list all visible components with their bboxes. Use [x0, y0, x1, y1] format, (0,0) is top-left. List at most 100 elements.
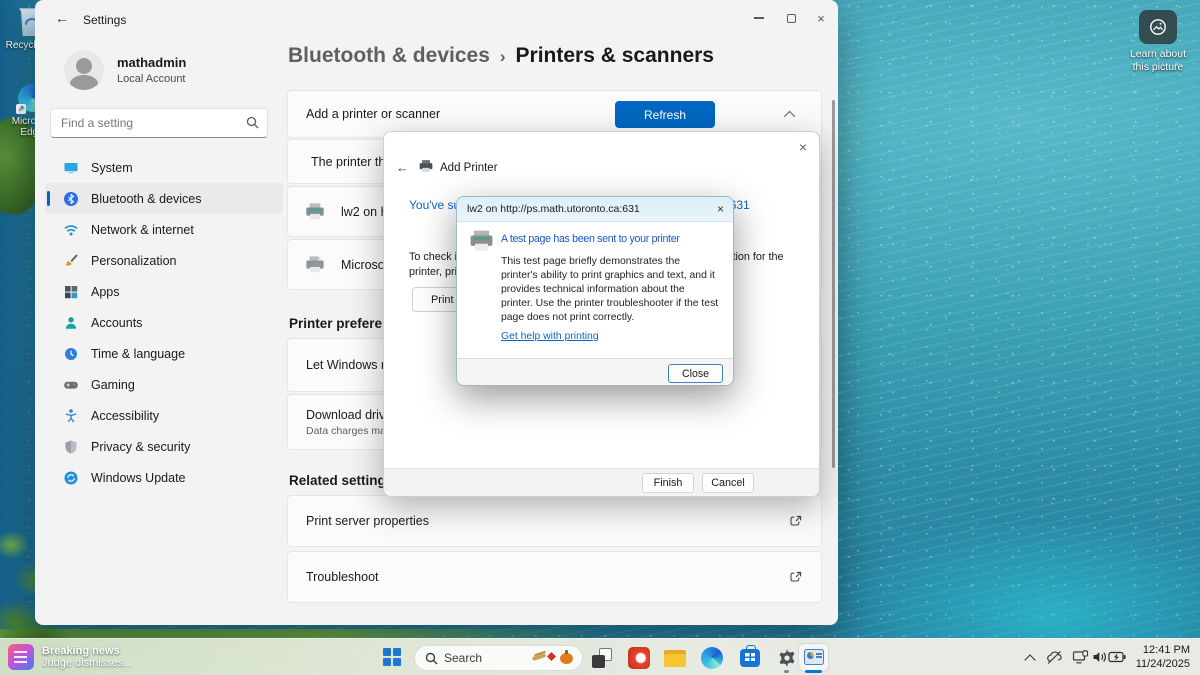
shortcut-arrow-icon: ↗ — [16, 104, 26, 114]
store-icon — [740, 649, 760, 667]
account-name: mathadmin — [117, 55, 186, 70]
sidebar-item-system[interactable]: System — [45, 152, 283, 183]
privacy-shield-icon — [63, 439, 79, 455]
cancel-button[interactable]: Cancel — [702, 473, 754, 493]
breadcrumb-separator: › — [490, 47, 516, 66]
print-server-properties-row[interactable]: Print server properties — [287, 495, 822, 547]
tray-date: 11/24/2025 — [1136, 658, 1190, 672]
sidebar-item-personalization[interactable]: Personalization — [45, 245, 283, 276]
scrollbar[interactable] — [832, 100, 835, 468]
volume-icon[interactable] — [1092, 650, 1108, 664]
sidebar-item-bluetooth-devices[interactable]: Bluetooth & devices — [45, 183, 283, 214]
apps-icon — [63, 284, 79, 300]
accounts-icon — [63, 315, 79, 331]
test-dialog-title: lw2 on http://ps.math.utoronto.ca:631 — [467, 203, 640, 215]
picture-icon — [1148, 18, 1168, 36]
add-printer-scanner-label: Add a printer or scanner — [306, 107, 440, 121]
edge-icon — [701, 647, 723, 669]
get-help-printing-link[interactable]: Get help with printing — [501, 331, 599, 342]
search-placeholder: Search — [444, 651, 482, 665]
personalization-icon — [63, 253, 79, 269]
related-settings-header: Related settings — [289, 473, 393, 488]
test-dialog-titlebar: lw2 on http://ps.math.utoronto.ca:631 × — [457, 197, 733, 222]
wallpaper-bright-water — [830, 525, 1200, 655]
accessibility-icon — [63, 408, 79, 424]
tray-clock[interactable]: 12:41 PM 11/24/2025 — [1136, 644, 1190, 671]
bluetooth-icon — [63, 191, 79, 207]
widget-title: Breaking news — [42, 645, 132, 657]
widgets-button[interactable]: Breaking news Judge dismisses... — [8, 644, 132, 670]
gear-icon — [776, 647, 798, 669]
active-printer-window-button[interactable] — [798, 643, 829, 672]
sidebar-item-accounts[interactable]: Accounts — [45, 307, 283, 338]
troubleshoot-row[interactable]: Troubleshoot — [287, 551, 822, 603]
tray-chevron-up-icon[interactable] — [1024, 654, 1035, 665]
page-title: Printers & scanners — [516, 44, 714, 67]
learn-about-picture-label: Learn about this picture — [1108, 48, 1200, 74]
test-page-sent-heading: A test page has been sent to your printe… — [501, 233, 680, 245]
sidebar-item-time-language[interactable]: Time & language — [45, 338, 283, 369]
test-dialog-close-icon[interactable]: × — [717, 202, 724, 216]
network-icon[interactable] — [1072, 650, 1089, 665]
office-button[interactable] — [627, 646, 651, 670]
external-link-icon — [789, 570, 803, 584]
file-explorer-button[interactable] — [663, 646, 687, 670]
minimize-button[interactable] — [744, 8, 774, 28]
test-page-description: This test page briefly demonstrates the … — [501, 255, 719, 325]
network-icon — [63, 222, 79, 238]
taskbar-search[interactable]: Search — [414, 645, 583, 671]
test-dialog-close-button[interactable]: Close — [668, 364, 723, 383]
test-dialog-footer: Close — [457, 358, 733, 386]
find-a-setting-box[interactable] — [50, 108, 268, 138]
sidebar-item-apps[interactable]: Apps — [45, 276, 283, 307]
back-button[interactable]: ← — [55, 10, 69, 26]
windows-update-icon — [63, 470, 79, 486]
settings-running-indicator — [784, 670, 789, 673]
external-link-icon — [789, 514, 803, 528]
edge-button[interactable] — [700, 646, 724, 670]
dialog-footer: Finish Cancel — [384, 468, 819, 496]
sidebar-item-gaming[interactable]: Gaming — [45, 369, 283, 400]
window-title: Settings — [83, 13, 126, 27]
sidebar-item-privacy-security[interactable]: Privacy & security — [45, 431, 283, 462]
time-language-icon — [63, 346, 79, 362]
dialog-back-button[interactable]: ← — [396, 160, 409, 175]
sidebar-item-windows-update[interactable]: Windows Update — [45, 462, 283, 493]
printer-pdf-icon — [304, 255, 326, 275]
seasonal-art-icon — [532, 650, 574, 668]
avatar[interactable] — [64, 50, 104, 90]
start-button[interactable] — [383, 648, 401, 666]
close-button[interactable]: × — [806, 8, 836, 28]
taskbar: Breaking news Judge dismisses... Search — [0, 638, 1200, 675]
account-type: Local Account — [117, 73, 186, 85]
breadcrumb-parent[interactable]: Bluetooth & devices — [288, 44, 490, 67]
system-icon — [63, 160, 79, 176]
battery-icon[interactable] — [1108, 651, 1126, 663]
finish-button[interactable]: Finish — [642, 473, 694, 493]
sidebar-item-accessibility[interactable]: Accessibility — [45, 400, 283, 431]
onedrive-slash-icon[interactable] — [1046, 650, 1063, 665]
search-icon — [246, 116, 259, 129]
maximize-button[interactable] — [776, 8, 806, 28]
sidebar: System Bluetooth & devices Network & int… — [45, 152, 283, 493]
printer-icon — [304, 202, 326, 222]
sidebar-item-network-internet[interactable]: Network & internet — [45, 214, 283, 245]
search-input[interactable] — [61, 110, 239, 136]
printer-window-icon — [804, 649, 824, 665]
dialog-close-icon[interactable]: × — [799, 139, 807, 155]
test-page-dialog: lw2 on http://ps.math.utoronto.ca:631 × … — [456, 196, 734, 386]
widget-subtitle: Judge dismisses... — [42, 657, 132, 669]
active-window-indicator — [805, 670, 822, 673]
printer-icon — [468, 229, 495, 253]
microsoft-store-button[interactable] — [738, 646, 762, 670]
collapse-chevron-icon[interactable] — [784, 111, 795, 122]
settings-taskbar-button[interactable] — [775, 646, 799, 670]
refresh-button[interactable]: Refresh — [615, 101, 715, 128]
task-view-button[interactable] — [590, 646, 614, 670]
printer-icon — [418, 159, 434, 174]
news-widget-icon — [8, 644, 34, 670]
breadcrumb: Bluetooth & devices›Printers & scanners — [288, 44, 714, 68]
desktop: Recycle Bin ↗ Microsoft Edge Learn about… — [0, 0, 1200, 675]
search-icon — [425, 652, 438, 665]
learn-about-picture-button[interactable] — [1139, 10, 1177, 44]
